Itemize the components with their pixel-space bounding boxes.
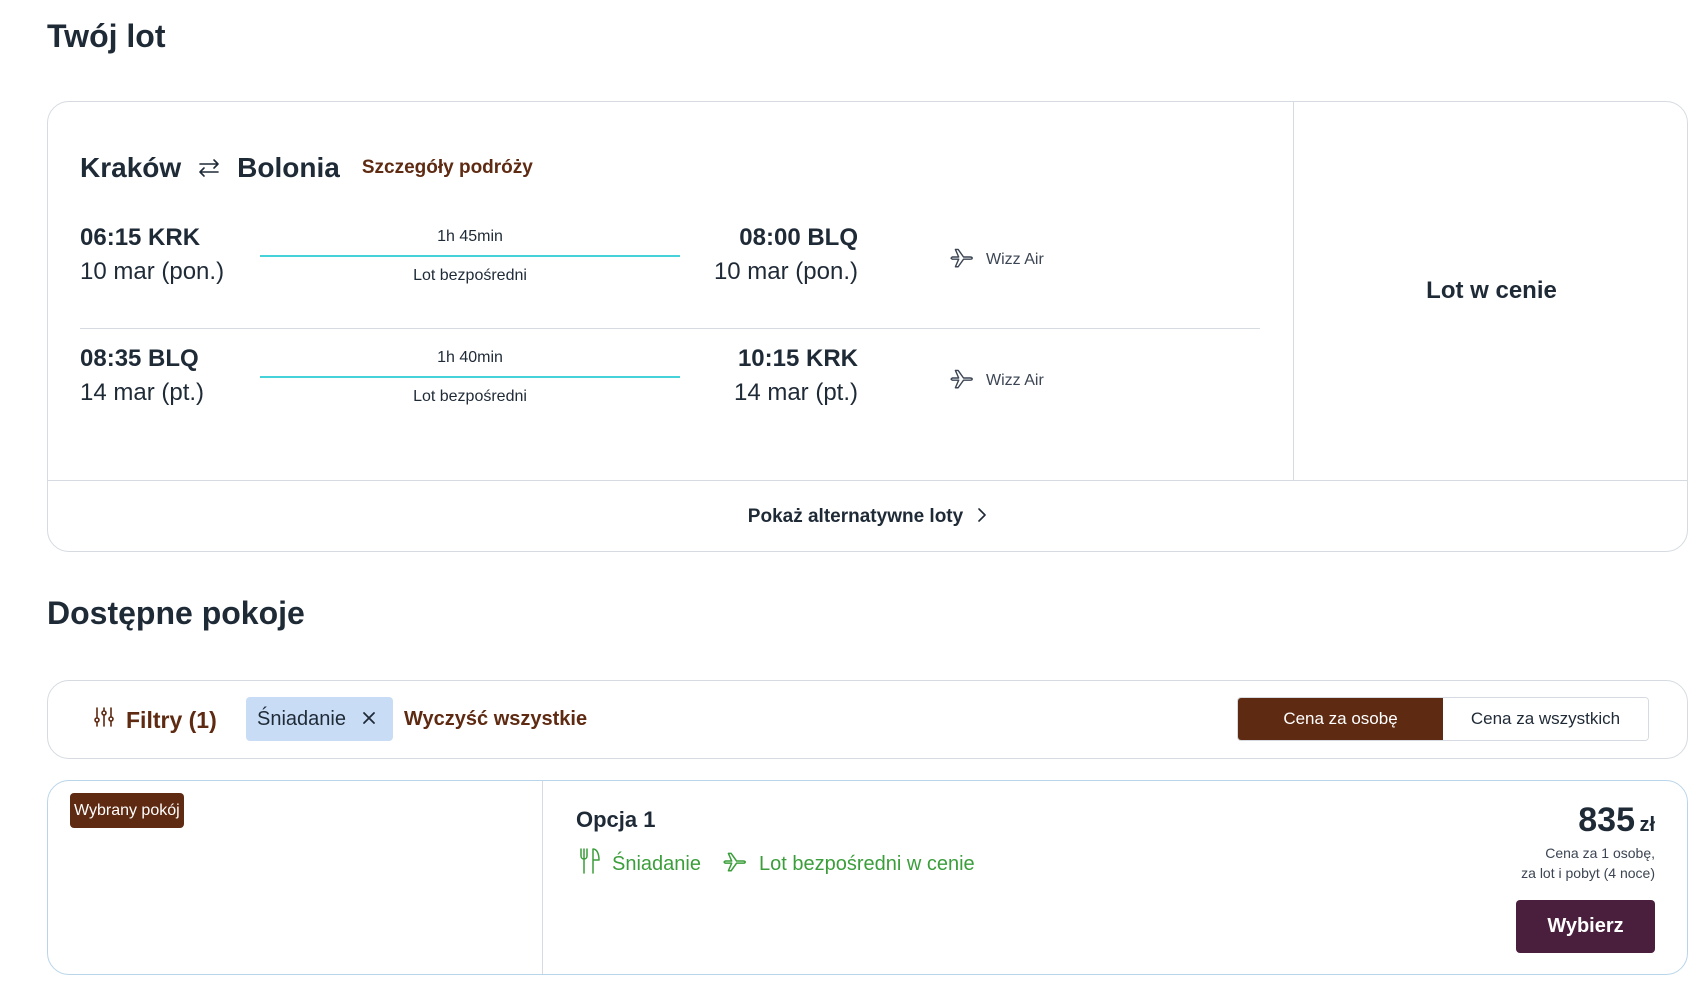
destination-city: Bolonia	[237, 152, 340, 183]
price-currency: zł	[1639, 814, 1655, 836]
swap-arrows-icon	[197, 157, 221, 179]
filters-label: Filtry (1)	[126, 706, 217, 733]
plane-icon	[723, 848, 749, 880]
flight-type: Lot bezpośredni	[413, 388, 527, 405]
arrival: 10:15 KRK 14 mar (pt.)	[734, 345, 858, 407]
airline-name: Wizz Air	[986, 250, 1044, 268]
room-image-area: Wybrany pokój	[48, 781, 543, 974]
plane-icon	[950, 244, 976, 275]
room-features: Śniadanie Lot bezpośredni w cenie	[578, 847, 975, 881]
flight-duration: 1h 40min	[437, 349, 503, 366]
arrival: 08:00 BLQ 10 mar (pon.)	[714, 224, 858, 286]
close-icon[interactable]	[359, 708, 379, 734]
flight-details: Kraków Bolonia Szczegóły podróży 06:15 K…	[48, 102, 1293, 480]
departure-date: 10 mar (pon.)	[80, 258, 225, 285]
price-per-person-option[interactable]: Cena za osobę	[1238, 698, 1443, 740]
sliders-icon	[92, 705, 116, 735]
price-amount: 835	[1578, 801, 1635, 839]
page-title: Twój lot	[47, 18, 166, 54]
alternative-flights-label: Pokaż alternatywne loty	[747, 506, 964, 527]
price-note-line1: Cena za 1 osobę,	[1545, 845, 1655, 861]
flight-duration-block: 1h 40min Lot bezpośredni	[260, 345, 680, 406]
price-note-line2: za lot i pobyt (4 noce)	[1521, 865, 1655, 881]
price-for-all-option[interactable]: Cena za wszystkich	[1443, 698, 1648, 740]
filter-chip-label: Śniadanie	[257, 707, 346, 730]
flight-duration: 1h 45min	[437, 228, 503, 245]
arrival-date: 14 mar (pt.)	[733, 379, 858, 406]
feature-breakfast: Śniadanie	[578, 847, 701, 881]
room-price: 835 zł Cena za 1 osobę, za lot i pobyt (…	[1521, 801, 1655, 884]
filter-bar: Filtry (1) Śniadanie Wyczyść wszystkie C…	[47, 680, 1688, 759]
airline: Wizz Air	[950, 365, 1044, 396]
departure-date: 14 mar (pt.)	[80, 379, 205, 406]
flight-leg-outbound: 06:15 KRK 10 mar (pon.) 1h 45min Lot bez…	[80, 224, 1260, 324]
rooms-heading: Dostępne pokoje	[47, 595, 305, 631]
flight-price-panel: Lot w cenie	[1293, 102, 1687, 480]
feature-label: Lot bezpośredni w cenie	[758, 852, 975, 875]
feature-direct-flight: Lot bezpośredni w cenie	[723, 848, 975, 880]
selected-room-badge: Wybrany pokój	[70, 793, 184, 828]
cutlery-icon	[578, 847, 602, 881]
origin-city: Kraków	[80, 152, 182, 183]
filter-chip-breakfast: Śniadanie	[246, 697, 393, 741]
plane-icon	[950, 365, 976, 396]
choose-room-button[interactable]: Wybierz	[1516, 900, 1655, 953]
trip-details-link[interactable]: Szczegóły podróży	[362, 157, 533, 179]
arrival-date: 10 mar (pon.)	[713, 258, 858, 285]
flight-included-label: Lot w cenie	[1426, 277, 1557, 304]
filters-button[interactable]: Filtry (1)	[92, 705, 217, 735]
arrival-time: 08:00 BLQ	[739, 224, 858, 251]
arrival-time: 10:15 KRK	[737, 345, 858, 372]
clear-all-filters-link[interactable]: Wyczyść wszystkie	[404, 708, 587, 731]
price-mode-toggle: Cena za osobę Cena za wszystkich	[1237, 697, 1649, 741]
alternative-flights-button[interactable]: Pokaż alternatywne loty	[48, 480, 1687, 551]
flight-type: Lot bezpośredni	[413, 267, 527, 284]
chevron-right-icon	[977, 507, 987, 528]
leg-divider	[80, 328, 1260, 329]
departure: 08:35 BLQ 14 mar (pt.)	[80, 345, 204, 407]
departure-time: 06:15 KRK	[80, 224, 201, 251]
airline-name: Wizz Air	[986, 371, 1044, 389]
departure-time: 08:35 BLQ	[80, 345, 199, 372]
flight-duration-block: 1h 45min Lot bezpośredni	[260, 224, 680, 285]
feature-label: Śniadanie	[612, 852, 701, 875]
flight-card: Kraków Bolonia Szczegóły podróży 06:15 K…	[47, 101, 1688, 552]
route: Kraków Bolonia Szczegóły podróży	[80, 152, 533, 184]
flight-leg-return: 08:35 BLQ 14 mar (pt.) 1h 40min Lot bezp…	[80, 345, 1260, 445]
flight-line	[260, 376, 680, 378]
departure: 06:15 KRK 10 mar (pon.)	[80, 224, 224, 286]
flight-line	[260, 255, 680, 257]
room-card: Wybrany pokój Opcja 1 Śniadanie Lot bezp…	[47, 780, 1688, 975]
room-title: Opcja 1	[576, 807, 656, 832]
airline: Wizz Air	[950, 244, 1044, 275]
